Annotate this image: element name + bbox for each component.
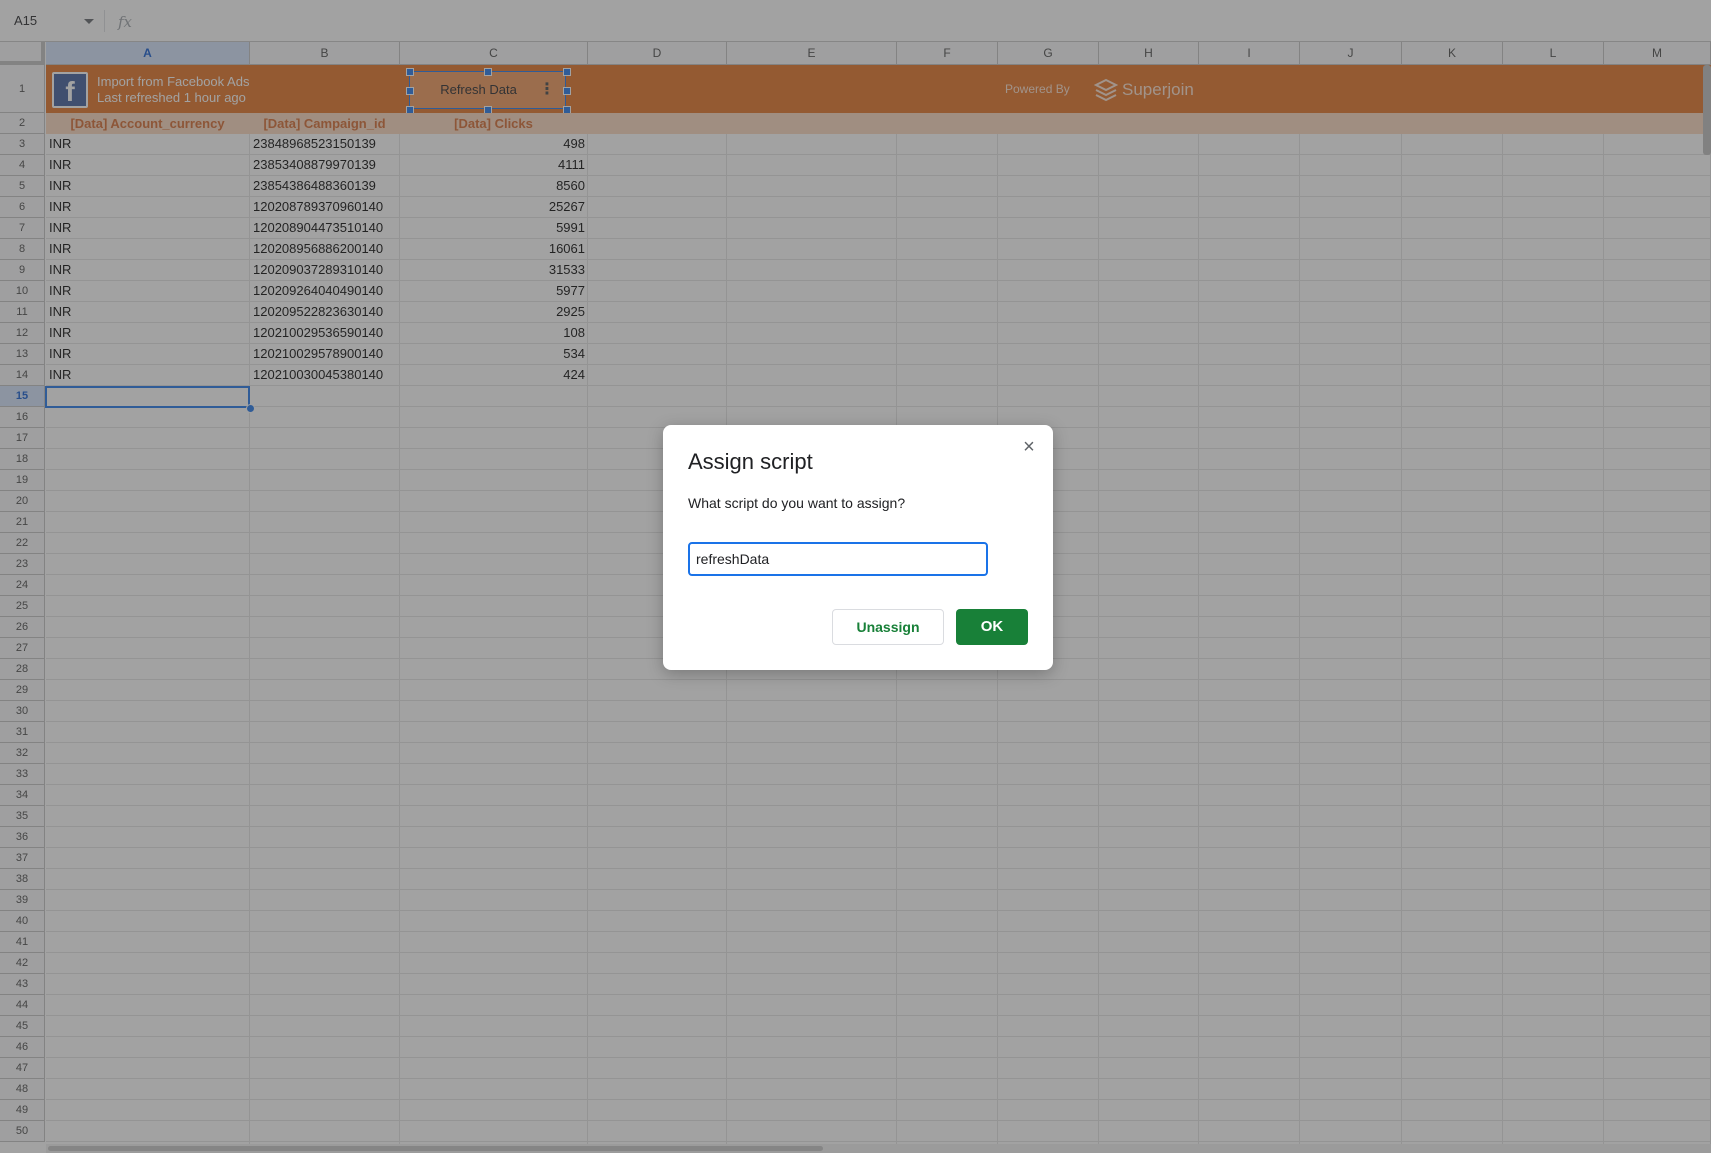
dialog-question: What script do you want to assign?	[688, 495, 906, 511]
ok-button[interactable]: OK	[956, 609, 1028, 645]
unassign-button[interactable]: Unassign	[832, 609, 944, 645]
dialog-title: Assign script	[688, 449, 813, 474]
assign-script-dialog: Assign script × What script do you want …	[663, 425, 1053, 670]
script-name-input[interactable]	[688, 542, 988, 576]
close-icon[interactable]: ×	[1019, 437, 1039, 457]
